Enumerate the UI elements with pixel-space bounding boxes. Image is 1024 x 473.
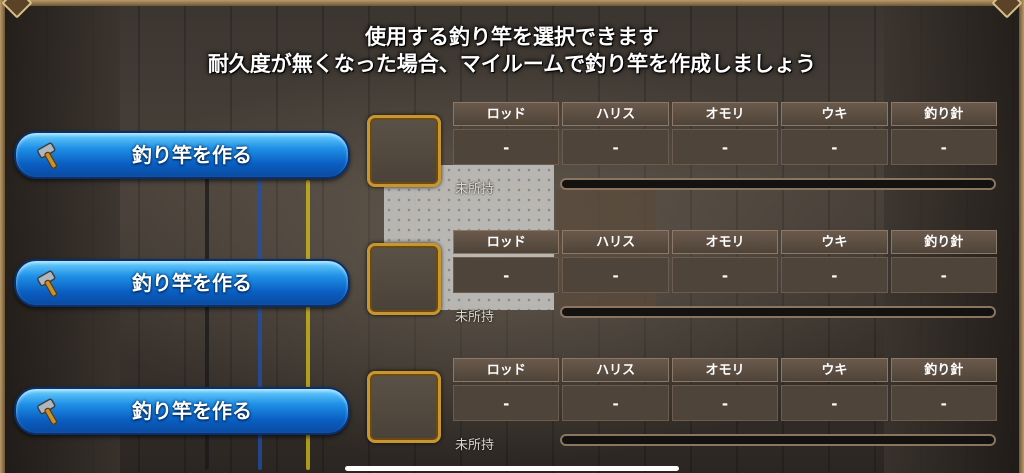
instruction-line-1: 使用する釣り竿を選択できます bbox=[365, 25, 659, 49]
equipment-header-cell: ハリス bbox=[562, 358, 669, 382]
equipment-table: ロッド ハリス オモリ ウキ 釣り針 - - - - - bbox=[453, 358, 998, 421]
equipment-header-cell: ウキ bbox=[781, 230, 888, 254]
equipment-value-cell: - bbox=[671, 129, 779, 165]
equipment-header-cell: ハリス bbox=[562, 230, 669, 254]
instruction-line-2: 耐久度が無くなった場合、マイルームで釣り竿を作成しましょう bbox=[207, 52, 817, 76]
equipment-header-cell: オモリ bbox=[671, 358, 779, 382]
equipment-header-row: ロッド ハリス オモリ ウキ 釣り針 bbox=[453, 358, 998, 382]
equipment-header-row: ロッド ハリス オモリ ウキ 釣り針 bbox=[453, 102, 998, 126]
equipment-value-cell: - bbox=[453, 385, 560, 421]
equipment-header-cell: 釣り針 bbox=[890, 358, 997, 382]
equipment-header-cell: ロッド bbox=[453, 102, 560, 126]
equipment-header-cell: ウキ bbox=[781, 102, 888, 126]
durability-gauge bbox=[560, 178, 996, 190]
equipment-value-cell: - bbox=[453, 257, 560, 293]
make-rod-button[interactable]: 釣り竿を作る bbox=[14, 387, 350, 435]
ownership-status: 未所持 bbox=[455, 182, 495, 197]
equipment-header-cell: オモリ bbox=[671, 102, 779, 126]
equipment-value-cell: - bbox=[562, 385, 669, 421]
make-rod-button-label: 釣り竿を作る bbox=[132, 143, 252, 167]
equipment-value-row: ----- bbox=[453, 129, 998, 165]
frame-top-border bbox=[0, 0, 1024, 6]
instruction-header: 使用する釣り竿を選択できます 耐久度が無くなった場合、マイルームで釣り竿を作成し… bbox=[0, 24, 1024, 78]
equipment-value-row: ----- bbox=[453, 385, 998, 421]
make-rod-button[interactable]: 釣り竿を作る bbox=[14, 131, 350, 179]
equipment-value-cell: - bbox=[890, 257, 997, 293]
equipment-value-row: ----- bbox=[453, 257, 998, 293]
ownership-status: 未所持 bbox=[455, 438, 495, 453]
make-rod-button-label: 釣り竿を作る bbox=[132, 271, 252, 295]
equipment-value-cell: - bbox=[781, 257, 888, 293]
equipment-value-cell: - bbox=[890, 385, 997, 421]
equipment-value-cell: - bbox=[781, 385, 888, 421]
equipment-table: ロッド ハリス オモリ ウキ 釣り針 - - - - - bbox=[453, 102, 998, 165]
hammer-icon bbox=[34, 139, 66, 171]
equipment-value-cell: - bbox=[562, 257, 669, 293]
home-indicator[interactable] bbox=[345, 466, 679, 471]
equipment-value-cell: - bbox=[562, 129, 669, 165]
equipment-value-cell: - bbox=[781, 129, 888, 165]
equipment-header-cell: 釣り針 bbox=[890, 102, 997, 126]
equipment-header-cell: ウキ bbox=[781, 358, 888, 382]
ownership-status: 未所持 bbox=[455, 310, 495, 325]
equipment-value-cell: - bbox=[890, 129, 997, 165]
hammer-icon bbox=[34, 395, 66, 427]
equipment-table: ロッド ハリス オモリ ウキ 釣り針 - - - - - bbox=[453, 230, 998, 293]
make-rod-button[interactable]: 釣り竿を作る bbox=[14, 259, 350, 307]
equipment-header-cell: 釣り針 bbox=[890, 230, 997, 254]
equipment-value-cell: - bbox=[671, 385, 779, 421]
equipment-header-row: ロッド ハリス オモリ ウキ 釣り針 bbox=[453, 230, 998, 254]
equipment-header-cell: ロッド bbox=[453, 358, 560, 382]
durability-gauge bbox=[560, 434, 996, 446]
rod-slot[interactable] bbox=[367, 115, 441, 187]
rod-slot[interactable] bbox=[367, 243, 441, 315]
durability-gauge bbox=[560, 306, 996, 318]
equipment-value-cell: - bbox=[453, 129, 560, 165]
hammer-icon bbox=[34, 267, 66, 299]
equipment-header-cell: ハリス bbox=[562, 102, 669, 126]
equipment-value-cell: - bbox=[671, 257, 779, 293]
equipment-header-cell: ロッド bbox=[453, 230, 560, 254]
equipment-header-cell: オモリ bbox=[671, 230, 779, 254]
make-rod-button-label: 釣り竿を作る bbox=[132, 399, 252, 423]
rod-slot[interactable] bbox=[367, 371, 441, 443]
